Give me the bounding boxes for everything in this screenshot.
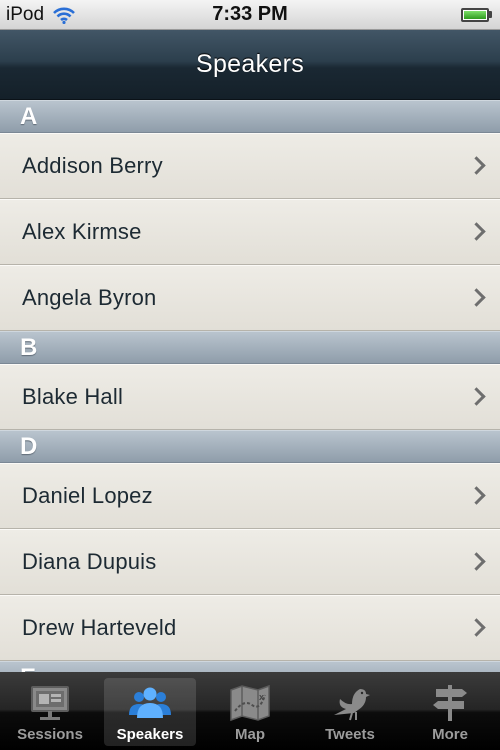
bird-icon: [326, 683, 374, 723]
speaker-row[interactable]: Alex Kirmse: [0, 199, 500, 265]
wifi-icon: [53, 7, 75, 24]
speaker-name: Addison Berry: [22, 153, 163, 178]
section-header-d: D: [0, 430, 500, 463]
speaker-row[interactable]: Addison Berry: [0, 133, 500, 199]
speaker-row[interactable]: Diana Dupuis: [0, 529, 500, 595]
chevron-right-icon: [467, 222, 486, 241]
speaker-name: Daniel Lopez: [22, 483, 153, 508]
carrier-label: iPod: [6, 3, 45, 25]
section-header-b: B: [0, 331, 500, 364]
chevron-right-icon: [467, 387, 486, 406]
section-header-e: E: [0, 661, 500, 672]
speaker-name: Diana Dupuis: [22, 549, 157, 574]
speaker-row[interactable]: Daniel Lopez: [0, 463, 500, 529]
map-icon: x: [226, 683, 274, 723]
chevron-right-icon: [467, 156, 486, 175]
tab-bar: Sessions Speakers x Map Tweets More: [0, 672, 500, 750]
tab-tweets[interactable]: Tweets: [304, 678, 396, 746]
tab-label: Sessions: [17, 726, 83, 743]
tab-more[interactable]: More: [404, 678, 496, 746]
tab-label: Tweets: [325, 726, 375, 743]
speaker-name: Angela Byron: [22, 285, 157, 310]
section-header-a: A: [0, 100, 500, 133]
speaker-name: Blake Hall: [22, 384, 124, 409]
speaker-name: Alex Kirmse: [22, 219, 142, 244]
battery-icon: [461, 7, 492, 22]
page-title: Speakers: [195, 50, 304, 78]
chevron-right-icon: [467, 552, 486, 571]
status-left: iPod: [6, 4, 76, 26]
people-icon: [126, 683, 174, 723]
presentation-board-icon: [26, 683, 74, 723]
status-bar: iPod 7:33 PM: [0, 0, 500, 30]
tab-label: Speakers: [116, 726, 184, 743]
speaker-row[interactable]: Blake Hall: [0, 364, 500, 430]
tab-label: More: [432, 726, 468, 743]
speaker-row[interactable]: Drew Harteveld: [0, 595, 500, 661]
speaker-name: Drew Harteveld: [22, 615, 177, 640]
chevron-right-icon: [467, 618, 486, 637]
speaker-list[interactable]: A Addison Berry Alex Kirmse Angela Byron B Bl…: [0, 100, 500, 672]
tab-label: Map: [235, 726, 265, 743]
svg-text:x: x: [259, 692, 264, 702]
tab-sessions[interactable]: Sessions: [4, 678, 96, 746]
navigation-bar: Speakers: [0, 30, 500, 100]
speaker-row[interactable]: Angela Byron: [0, 265, 500, 331]
tab-map[interactable]: x Map: [204, 678, 296, 746]
chevron-right-icon: [467, 288, 486, 307]
signpost-icon: [426, 683, 474, 723]
tab-speakers[interactable]: Speakers: [104, 678, 196, 746]
chevron-right-icon: [467, 486, 486, 505]
